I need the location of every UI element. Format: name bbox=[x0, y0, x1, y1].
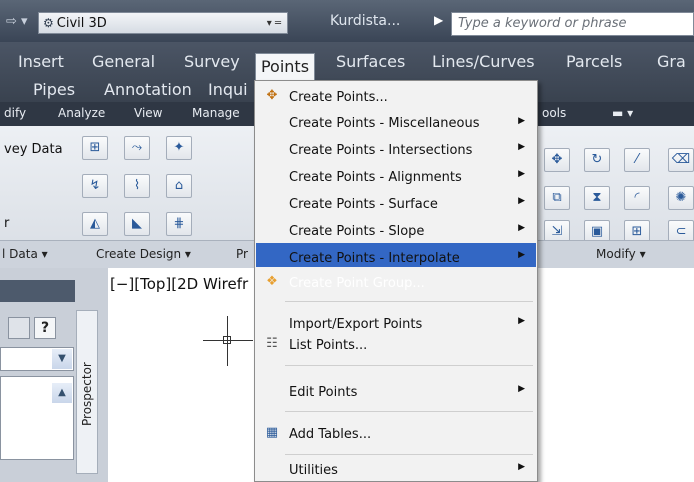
submenu-arrow-icon: ▶ bbox=[518, 169, 525, 179]
assembly-icon[interactable]: ⌂ bbox=[166, 174, 192, 198]
submenu-arrow-icon: ▶ bbox=[518, 196, 525, 206]
chevron-down-icon[interactable]: ▼ bbox=[52, 349, 72, 369]
table-icon: ▦ bbox=[265, 425, 279, 440]
points-tool-icon[interactable]: ⊞ bbox=[82, 136, 108, 160]
explode-icon[interactable]: ✺ bbox=[668, 186, 694, 210]
survey-data-label: vey Data bbox=[4, 142, 63, 157]
panel-ground-data[interactable]: l Data ▾ bbox=[2, 247, 48, 261]
menu-separator bbox=[285, 454, 533, 455]
trim-icon[interactable]: ⁄ bbox=[624, 148, 650, 172]
search-arrow-icon[interactable]: ▶ bbox=[434, 13, 443, 27]
viewport-controls[interactable]: [−][Top][2D Wirefr bbox=[110, 275, 248, 293]
window-title: Kurdista... bbox=[330, 13, 401, 29]
erase-icon[interactable]: ⌫ bbox=[668, 148, 694, 172]
alignment-icon[interactable]: ↯ bbox=[82, 174, 108, 198]
menu-item-create-point-group[interactable]: Create Point Group... bbox=[289, 274, 425, 294]
submenu-arrow-icon: ▶ bbox=[518, 250, 525, 260]
ribbon-left-text: r bbox=[4, 216, 10, 231]
menu-parcels[interactable]: Parcels bbox=[566, 52, 622, 71]
menu-item-create-points-interpolate[interactable]: Create Points - Interpolate bbox=[289, 249, 460, 269]
menu-item-utilities[interactable]: Utilities bbox=[289, 461, 338, 481]
workspace-dropdown[interactable]: ⚙ Civil 3D ▾ ═ bbox=[38, 12, 288, 34]
menu-item-edit-points[interactable]: Edit Points bbox=[289, 383, 357, 403]
menu-item-create-points-slope[interactable]: Create Points - Slope bbox=[289, 222, 424, 242]
tab-tools[interactable]: ools bbox=[542, 106, 566, 120]
ribbon-toggle-icon[interactable]: ▬ ▾ bbox=[612, 106, 633, 120]
list-points-icon: ☷ bbox=[266, 336, 278, 351]
menu-inquiry[interactable]: Inqui bbox=[208, 80, 248, 99]
points-menu: ✥ Create Points... Create Points - Misce… bbox=[254, 80, 538, 482]
menu-annotation[interactable]: Annotation bbox=[104, 80, 192, 99]
submenu-arrow-icon: ▶ bbox=[518, 462, 525, 472]
nav-arrow-icon[interactable]: ⇨ ▾ bbox=[6, 14, 28, 29]
fillet-icon[interactable]: ◜ bbox=[624, 186, 650, 210]
create-points-icon: ✥ bbox=[266, 88, 278, 103]
palette-button[interactable] bbox=[8, 317, 30, 339]
panel-profile[interactable]: Pr bbox=[236, 247, 248, 261]
menu-general[interactable]: General bbox=[92, 52, 155, 71]
menu-separator bbox=[285, 301, 533, 302]
copy-icon[interactable]: ⧉ bbox=[544, 186, 570, 210]
menu-item-add-tables[interactable]: Add Tables... bbox=[289, 425, 371, 445]
submenu-arrow-icon: ▶ bbox=[518, 316, 525, 326]
menu-separator bbox=[285, 365, 533, 366]
palette-title-bar bbox=[0, 280, 75, 302]
help-button[interactable]: ? bbox=[34, 317, 56, 339]
panel-modify[interactable]: Modify ▾ bbox=[596, 247, 646, 261]
menu-survey[interactable]: Survey bbox=[184, 52, 240, 71]
menu-item-create-points-alignments[interactable]: Create Points - Alignments bbox=[289, 168, 462, 188]
panel-create-design[interactable]: Create Design ▾ bbox=[96, 247, 191, 261]
submenu-arrow-icon: ▶ bbox=[518, 116, 525, 126]
prospector-tab-label: Prospector bbox=[77, 362, 97, 426]
submenu-arrow-icon: ▶ bbox=[518, 223, 525, 233]
menu-lines-curves[interactable]: Lines/Curves bbox=[432, 52, 535, 71]
menu-item-list-points[interactable]: List Points... bbox=[289, 336, 367, 356]
grading-icon[interactable]: ✦ bbox=[166, 136, 192, 160]
menu-item-create-points[interactable]: Create Points... bbox=[289, 88, 388, 108]
tab-view[interactable]: View bbox=[134, 106, 162, 120]
search-input[interactable]: Type a keyword or phrase bbox=[451, 12, 694, 36]
menu-separator bbox=[285, 411, 533, 412]
menu-insert[interactable]: Insert bbox=[18, 52, 64, 71]
move-icon[interactable]: ✥ bbox=[544, 148, 570, 172]
surface-icon[interactable]: ◣ bbox=[124, 212, 150, 236]
menu-item-create-points-surface[interactable]: Create Points - Surface bbox=[289, 195, 438, 215]
crosshair-pickbox bbox=[223, 336, 231, 344]
menu-points[interactable]: Points bbox=[255, 53, 315, 81]
menu-pipes[interactable]: Pipes bbox=[33, 80, 75, 99]
menu-gra[interactable]: Gra bbox=[657, 52, 686, 71]
profile-icon[interactable]: ⌇ bbox=[124, 174, 150, 198]
feature-line-icon[interactable]: ⤳ bbox=[124, 136, 150, 160]
workspace-label: Civil 3D bbox=[56, 15, 107, 31]
submenu-arrow-icon: ▶ bbox=[518, 142, 525, 152]
mirror-icon[interactable]: ⧗ bbox=[584, 186, 610, 210]
menu-item-import-export-points[interactable]: Import/Export Points bbox=[289, 315, 422, 335]
menu-item-create-points-intersections[interactable]: Create Points - Intersections bbox=[289, 141, 472, 161]
submenu-arrow-icon: ▶ bbox=[518, 384, 525, 394]
menu-surfaces[interactable]: Surfaces bbox=[336, 52, 405, 71]
intersection-icon[interactable]: ⋕ bbox=[166, 212, 192, 236]
corridor-icon[interactable]: ◭ bbox=[82, 212, 108, 236]
menu-item-create-points-misc[interactable]: Create Points - Miscellaneous bbox=[289, 114, 479, 134]
rotate-icon[interactable]: ↻ bbox=[584, 148, 610, 172]
gear-icon: ⚙ bbox=[43, 16, 54, 30]
chevron-down-icon: ▾ ═ bbox=[266, 17, 281, 29]
point-group-icon: ❖ bbox=[266, 274, 278, 289]
tab-manage[interactable]: Manage bbox=[192, 106, 240, 120]
tab-analyze[interactable]: Analyze bbox=[58, 106, 105, 120]
scroll-up-icon[interactable]: ▲ bbox=[52, 383, 72, 403]
tab-modify[interactable]: dify bbox=[4, 106, 26, 120]
